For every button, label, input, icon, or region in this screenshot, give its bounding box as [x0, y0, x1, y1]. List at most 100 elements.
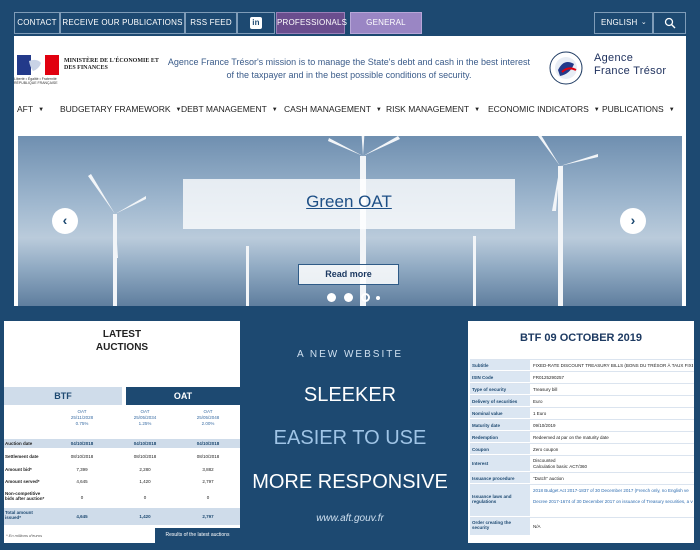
nav-item-economic-indicators[interactable]: ECONOMIC INDICATORS ▼: [488, 104, 600, 114]
nav-item-aft[interactable]: AFT ▼: [17, 104, 44, 114]
nav-label: ECONOMIC INDICATORS: [488, 104, 589, 114]
tab-btf[interactable]: BTF: [4, 387, 122, 405]
row-label: Amount served*: [5, 479, 40, 484]
table-cell: 4,645: [76, 479, 88, 484]
latest-auction-results-link[interactable]: Results of the latest auctions: [155, 528, 240, 543]
linkedin-link[interactable]: in: [237, 12, 275, 34]
search-icon: [664, 17, 675, 29]
btf-row: Nominal value 1 Euro: [470, 407, 694, 418]
receive-publications-link[interactable]: RECEIVE OUR PUBLICATIONS: [60, 12, 185, 34]
language-select[interactable]: ENGLISH ⌄: [594, 12, 653, 34]
nav-item-debt-management[interactable]: DEBT MANAGEMENT ▼: [181, 104, 278, 114]
btf-value: Discounted: [533, 458, 556, 463]
tab-oat[interactable]: OAT: [126, 387, 240, 405]
btf-value: "Dutch" auction: [533, 476, 564, 481]
decree-link[interactable]: Decree 2017-1674 of 30 December 2017 on …: [533, 499, 693, 504]
btf-key: Issuance laws and regulations: [472, 494, 512, 504]
column-rate: 1.25%: [138, 421, 152, 426]
nav-item-budgetary-framework[interactable]: BUDGETARY FRAMEWORK ▼: [60, 104, 181, 114]
table-cell: 1,420: [139, 514, 151, 519]
marianne-logo-icon: [17, 55, 59, 75]
rss-feed-link[interactable]: RSS FEED: [185, 12, 237, 34]
carousel-dot[interactable]: [327, 293, 336, 302]
table-cell: 0: [80, 495, 84, 500]
nav-label: DEBT MANAGEMENT: [181, 104, 267, 114]
table-cell: 08/10/2018: [70, 454, 94, 459]
table-cell: 04/10/2018: [70, 441, 94, 446]
table-cell: 3,882: [202, 467, 214, 472]
auctions-footnote: * En millions d'euros: [6, 533, 43, 538]
hero-carousel: Green OAT Read more ‹ ›: [18, 136, 682, 306]
read-more-button[interactable]: Read more: [298, 264, 399, 285]
btf-row: Subtitle FIXED-RATE DISCOUNT TREASURY BIL…: [470, 359, 694, 370]
nav-item-cash-management[interactable]: CASH MANAGEMENT ▼: [284, 104, 382, 114]
btf-value: FR0125290257: [533, 375, 565, 380]
table-cell: 04/10/2018: [133, 441, 157, 446]
table-row: Auction date 04/10/2018 04/10/2018 04/10…: [4, 439, 240, 448]
btf-value: 1 Euro: [533, 411, 547, 416]
table-cell: 0: [143, 495, 147, 500]
carousel-dot-active[interactable]: [361, 293, 370, 302]
row-label: Settlement date: [5, 454, 39, 459]
agency-name-line1: Agence: [594, 52, 634, 64]
btf-row: Interest Discounted Calculation basis: ACT…: [470, 455, 694, 471]
general-public-button[interactable]: GENERAL PUBLIC: [350, 12, 422, 47]
top-utility-bar: CONTACT RECEIVE OUR PUBLICATIONS RSS FEE…: [14, 12, 686, 47]
row-label: Non-competitive bids after auction*: [5, 491, 45, 501]
btf-key: Delivery of securities: [472, 399, 518, 404]
column-header: OAT 25/05/2048 2.00%: [178, 409, 238, 427]
promo-line-easier: EASIER TO USE: [273, 427, 427, 449]
table-cell: 7,399: [76, 467, 88, 472]
btf-key: Nominal value: [472, 411, 503, 416]
btf-value: 09/10/2019: [533, 423, 556, 428]
ministry-name: MINISTÈRE DE L'ÉCONOMIE ET DES FINANCES: [64, 58, 159, 71]
table-row: Total amount issued* 4,645 1,420 2,797: [4, 508, 240, 525]
agency-name-line2: France Trésor: [594, 65, 667, 77]
btf-row: Issuance procedure "Dutch" auction: [470, 472, 694, 483]
btf-value: Treasury bill: [533, 387, 558, 392]
mission-statement: Agence France Trésor's mission is to man…: [167, 57, 531, 80]
chevron-down-icon: ⌄: [640, 19, 647, 26]
promo-tagline: A NEW WEBSITE: [296, 349, 403, 360]
column-header: OAT 25/11/2028 0.75%: [52, 409, 112, 427]
row-label: Total amount issued*: [5, 510, 33, 520]
auctions-title-line2: AUCTIONS: [95, 342, 149, 353]
table-cell: 0: [206, 495, 210, 500]
btf-key: ISIN Code: [472, 375, 494, 380]
main-navigation: AFT ▼ BUDGETARY FRAMEWORK ▼ DEBT MANAGEMEN…: [14, 99, 686, 121]
btf-key: Subtitle: [472, 363, 489, 368]
btf-row: Order creating the security N/A: [470, 517, 694, 535]
carousel-dot-small[interactable]: [376, 296, 380, 300]
contact-link[interactable]: CONTACT: [14, 12, 60, 34]
nav-label: AFT: [17, 104, 34, 114]
nav-item-risk-management[interactable]: RISK MANAGEMENT ▼: [386, 104, 480, 114]
auction-column-headers: OAT 25/11/2028 0.75% OAT 25/05/2034 1.25…: [4, 409, 240, 437]
chevron-down-icon: ▼: [38, 107, 45, 113]
table-cell: 04/10/2018: [196, 441, 220, 446]
btf-value: FIXED-RATE DISCOUNT TREASURY BILLS (BONS…: [533, 363, 693, 368]
chevron-left-icon[interactable]: ‹: [52, 208, 78, 234]
hero-title-link[interactable]: Green OAT: [183, 192, 515, 212]
chevron-right-icon[interactable]: ›: [620, 208, 646, 234]
promo-url[interactable]: www.aft.gouv.fr: [240, 513, 460, 524]
btf-row: Type of security Treasury bill: [470, 383, 694, 394]
professionals-button[interactable]: PROFESSIONALS: [276, 12, 347, 34]
nav-label: RISK MANAGEMENT: [386, 104, 470, 114]
nav-label: CASH MANAGEMENT: [284, 104, 371, 114]
search-button[interactable]: [653, 12, 686, 34]
agency-name: Agence France Trésor: [594, 52, 666, 78]
budget-act-link[interactable]: 2018 Budget Act 2017-1837 of 30 December…: [533, 488, 693, 493]
btf-row: ISIN Code FR0125290257: [470, 371, 694, 382]
carousel-dot[interactable]: [344, 293, 353, 302]
nav-item-publications[interactable]: PUBLICATIONS ▼: [602, 104, 675, 114]
table-cell: 1,420: [139, 479, 151, 484]
column-rate: 2.00%: [201, 421, 215, 426]
btf-value: N/A: [533, 524, 541, 529]
btf-value-sub: Calculation basis: ACT/360: [533, 464, 588, 469]
row-label: Auction date: [5, 441, 33, 446]
btf-row: Maturity date 09/10/2019: [470, 419, 694, 430]
btf-value: Euro: [533, 399, 543, 404]
chevron-down-icon: ▼: [668, 107, 675, 113]
latest-auctions-panel: LATEST AUCTIONS BTF OAT OAT 25/11/2028 0…: [4, 321, 240, 543]
table-cell: 2,797: [202, 479, 214, 484]
